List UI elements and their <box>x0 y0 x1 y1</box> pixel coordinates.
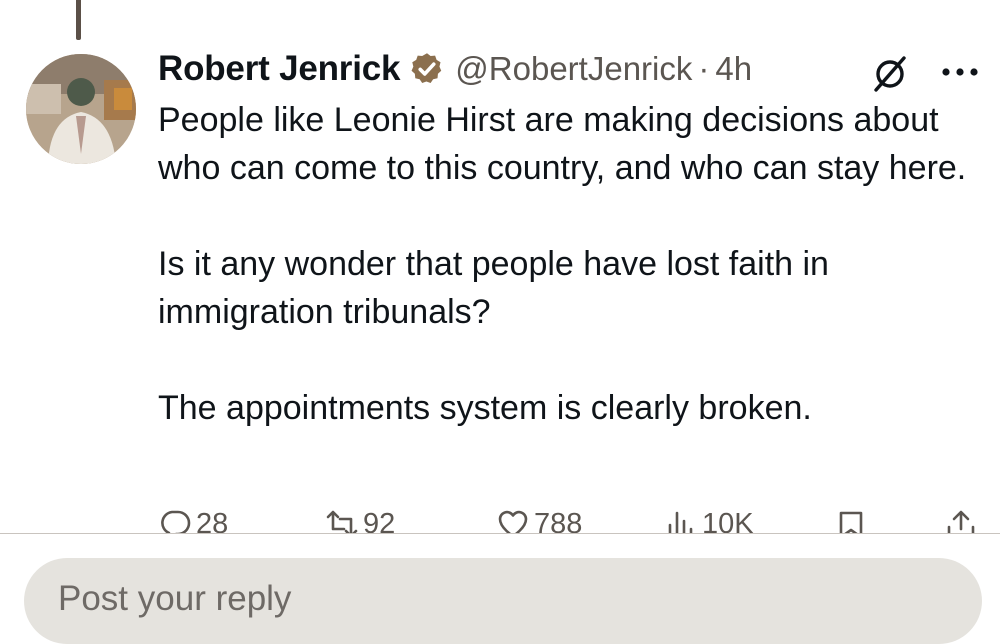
heart-icon <box>498 510 528 534</box>
like-count: 788 <box>534 508 583 534</box>
divider <box>0 533 1000 534</box>
bookmark-icon <box>839 511 863 534</box>
repost-button[interactable]: 92 <box>325 504 395 534</box>
views-count: 10K <box>702 508 754 534</box>
thread-connector-line <box>76 0 81 40</box>
reply-composer[interactable]: Post your reply <box>24 558 982 644</box>
tweet-paragraph: Is it any wonder that people have lost f… <box>158 245 829 331</box>
tweet-body: People like Leonie Hirst are making deci… <box>158 96 978 432</box>
avatar-photo <box>26 54 136 164</box>
bookmark-button[interactable] <box>834 504 868 534</box>
reply-button[interactable]: 28 <box>158 504 228 534</box>
separator-dot: · <box>698 50 710 87</box>
author-handle[interactable]: @RobertJenrick <box>455 50 692 88</box>
post-time[interactable]: 4h <box>715 50 752 88</box>
repost-count: 92 <box>363 508 396 534</box>
reply-input-placeholder[interactable]: Post your reply <box>58 579 291 619</box>
verified-badge-icon <box>409 51 445 87</box>
author-name[interactable]: Robert Jenrick <box>158 49 400 89</box>
share-icon <box>947 510 975 534</box>
tweet-paragraph: The appointments system is clearly broke… <box>158 389 812 427</box>
grok-icon[interactable] <box>868 52 912 96</box>
reply-icon <box>161 510 191 534</box>
avatar[interactable] <box>26 54 136 164</box>
more-icon[interactable] <box>938 61 982 83</box>
share-button[interactable] <box>944 504 978 534</box>
like-button[interactable]: 788 <box>496 504 582 534</box>
tweet-header: Robert Jenrick @RobertJenrick · 4h <box>158 44 752 94</box>
views-icon <box>668 511 693 534</box>
reply-count: 28 <box>196 508 229 534</box>
tweet-actions-bar: 28 92 788 10K <box>0 504 1000 534</box>
views-button[interactable]: 10K <box>664 504 754 534</box>
repost-icon <box>326 510 358 534</box>
tweet-paragraph: People like Leonie Hirst are making deci… <box>158 101 967 187</box>
